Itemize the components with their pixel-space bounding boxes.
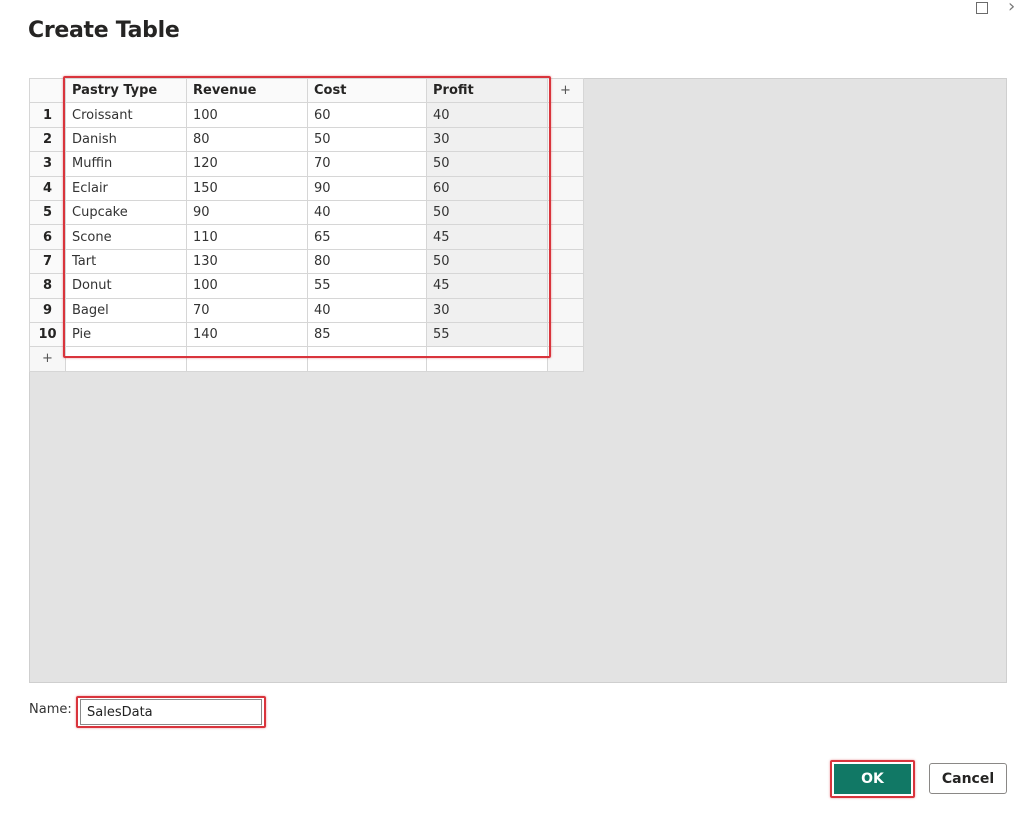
table-cell[interactable]: 70 [307,151,427,177]
table-row: 6 Scone 110 65 45 [29,224,584,250]
row-number[interactable]: 10 [29,321,66,348]
empty-cell [547,297,584,323]
empty-cell [547,199,584,226]
row-number[interactable]: 9 [29,297,66,323]
empty-cell[interactable] [186,346,308,372]
table-cell[interactable]: 90 [186,199,308,226]
table-cell[interactable]: Pie [65,321,187,348]
table-cell[interactable]: Scone [65,224,187,250]
table-cell[interactable]: 130 [186,248,308,275]
corner-cell [29,77,66,104]
table-cell[interactable]: 60 [426,175,548,201]
table-row: 8 Donut 100 55 45 [29,273,584,299]
table-cell[interactable]: 60 [307,102,427,128]
table-cell[interactable]: Bagel [65,297,187,323]
maximize-icon[interactable] [976,2,988,14]
table-cell[interactable]: 70 [186,297,308,323]
header-row: Pastry Type Revenue Cost Profit + [29,77,584,104]
table-row: 2 Danish 80 50 30 [29,126,584,153]
row-number[interactable]: 6 [29,224,66,250]
table-cell[interactable]: Cupcake [65,199,187,226]
table-cell[interactable]: Danish [65,126,187,153]
empty-cell [547,102,584,128]
row-number[interactable]: 5 [29,199,66,226]
empty-cell[interactable] [65,346,187,372]
table-cell[interactable]: Muffin [65,151,187,177]
empty-cell [547,321,584,348]
table-cell[interactable]: 80 [186,126,308,153]
table-row: 1 Croissant 100 60 40 [29,102,584,128]
empty-cell [547,224,584,250]
name-field[interactable] [80,699,262,725]
table-cell[interactable]: 55 [426,321,548,348]
table-cell[interactable]: Croissant [65,102,187,128]
table-row: 4 Eclair 150 90 60 [29,175,584,201]
table-cell[interactable]: 40 [426,102,548,128]
row-number[interactable]: 7 [29,248,66,275]
data-grid: Pastry Type Revenue Cost Profit + 1 Crois… [29,77,584,372]
table-cell[interactable]: 55 [307,273,427,299]
table-cell[interactable]: 90 [307,175,427,201]
empty-cell[interactable] [426,346,548,372]
empty-cell [547,248,584,275]
table-cell[interactable]: 50 [426,151,548,177]
table-cell[interactable]: 40 [307,199,427,226]
table-cell[interactable]: 40 [307,297,427,323]
table-cell[interactable]: Eclair [65,175,187,201]
add-row: + [29,346,584,372]
empty-cell [547,126,584,153]
table-cell[interactable]: 50 [307,126,427,153]
table-cell[interactable]: 110 [186,224,308,250]
table-cell[interactable]: Tart [65,248,187,275]
empty-cell[interactable] [307,346,427,372]
column-header-pastry-type[interactable]: Pastry Type [65,77,187,104]
ok-button[interactable]: OK [834,764,911,794]
row-number[interactable]: 2 [29,126,66,153]
column-header-cost[interactable]: Cost [307,77,427,104]
empty-cell [547,273,584,299]
table-row: 3 Muffin 120 70 50 [29,151,584,177]
table-cell[interactable]: 100 [186,273,308,299]
row-number[interactable]: 4 [29,175,66,201]
column-header-revenue[interactable]: Revenue [186,77,308,104]
row-number[interactable]: 8 [29,273,66,299]
table-cell[interactable]: 50 [426,199,548,226]
table-cell[interactable]: 150 [186,175,308,201]
cancel-button[interactable]: Cancel [929,763,1007,794]
empty-cell [547,151,584,177]
table-row: 10 Pie 140 85 55 [29,321,584,348]
row-number[interactable]: 1 [29,102,66,128]
close-icon[interactable]: › [1008,0,1015,17]
table-cell[interactable]: 30 [426,126,548,153]
table-row: 7 Tart 130 80 50 [29,248,584,275]
column-header-profit[interactable]: Profit [426,77,548,104]
table-cell[interactable]: Donut [65,273,187,299]
empty-cell [547,175,584,201]
table-cell[interactable]: 100 [186,102,308,128]
table-cell[interactable]: 65 [307,224,427,250]
table-cell[interactable]: 45 [426,224,548,250]
add-column-button[interactable]: + [547,77,584,104]
table-cell[interactable]: 30 [426,297,548,323]
table-cell[interactable]: 120 [186,151,308,177]
empty-cell[interactable] [547,346,584,372]
table-cell[interactable]: 50 [426,248,548,275]
table-row: 5 Cupcake 90 40 50 [29,199,584,226]
row-number[interactable]: 3 [29,151,66,177]
dialog-title: Create Table [28,18,180,43]
table-cell[interactable]: 140 [186,321,308,348]
table-row: 9 Bagel 70 40 30 [29,297,584,323]
table-cell[interactable]: 85 [307,321,427,348]
table-cell[interactable]: 80 [307,248,427,275]
add-row-button[interactable]: + [29,346,66,372]
table-cell[interactable]: 45 [426,273,548,299]
name-label: Name: [29,702,72,717]
